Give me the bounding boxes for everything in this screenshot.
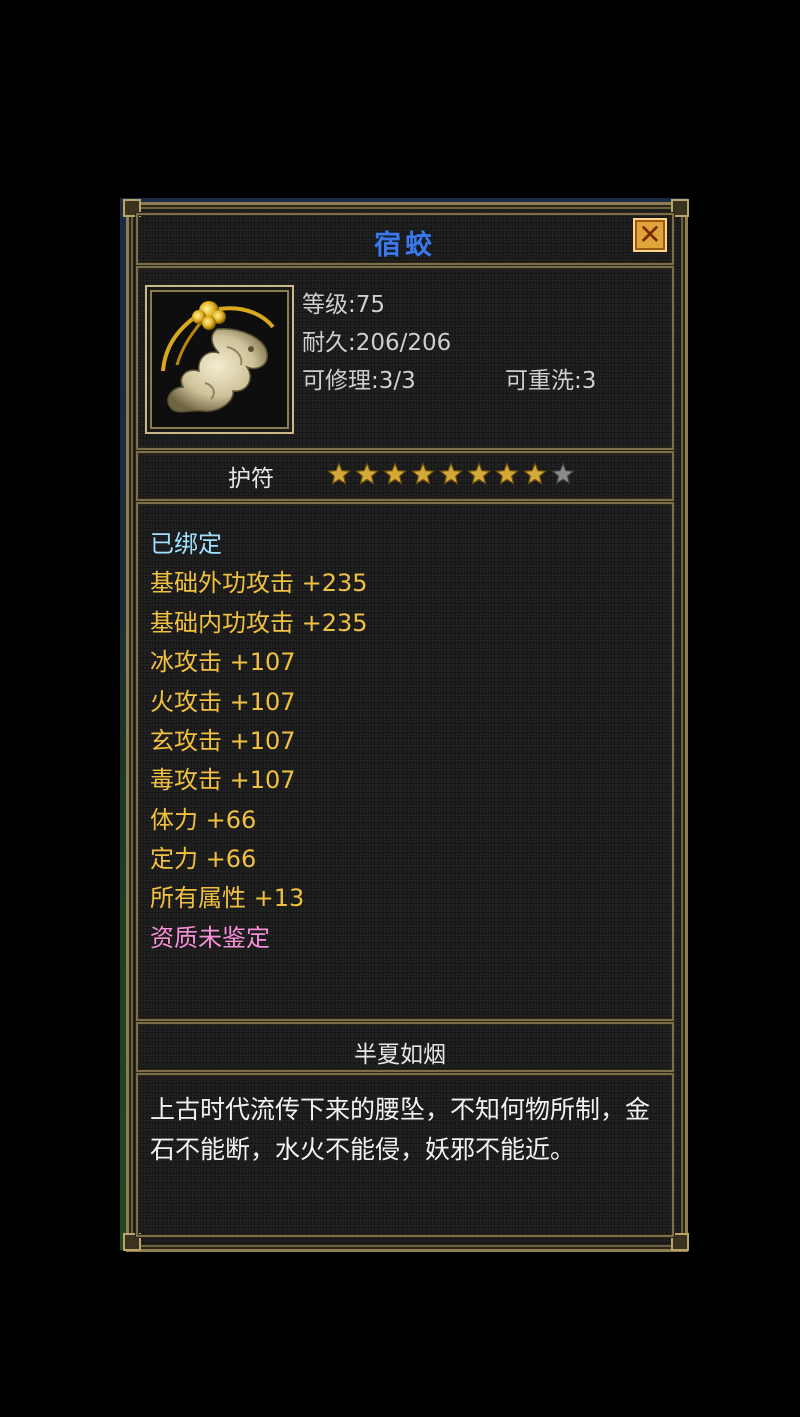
close-icon: ✕ xyxy=(638,218,662,251)
star-filled-icon xyxy=(411,462,435,485)
crafter-name: 半夏如烟 xyxy=(354,1042,446,1068)
attribute-line: 所有属性 +13 xyxy=(150,884,305,912)
star-filled-icon xyxy=(383,462,407,485)
item-durability: 耐久:206/206 xyxy=(302,330,452,356)
item-repair-count: 可修理:3/3 xyxy=(302,368,416,394)
star-filled-icon xyxy=(355,462,379,485)
attribute-line: 体力 +66 xyxy=(150,806,257,834)
item-description: 上古时代流传下来的腰坠，不知何物所制，金石不能断，水火不能侵，妖邪不能近。 xyxy=(150,1095,651,1164)
star-filled-icon xyxy=(439,462,463,485)
item-level: 等级:75 xyxy=(302,292,386,318)
star-filled-icon xyxy=(495,462,519,485)
attribute-line: 基础内功攻击 +235 xyxy=(150,609,368,637)
attribute-line: 冰攻击 +107 xyxy=(150,648,296,676)
star-filled-icon xyxy=(467,462,491,485)
attribute-line: 毒攻击 +107 xyxy=(150,766,296,794)
item-type: 护符 xyxy=(228,466,274,492)
item-name: 宿蛟 xyxy=(374,230,436,261)
star-empty-icon xyxy=(551,462,575,485)
attribute-line: 定力 +66 xyxy=(150,845,257,873)
title-bar: 宿蛟 xyxy=(136,213,674,265)
star-rating xyxy=(327,462,575,486)
item-rewash-count: 可重洗:3 xyxy=(505,368,597,394)
attribute-line: 火攻击 +107 xyxy=(150,688,296,716)
close-button[interactable]: ✕ xyxy=(633,218,667,252)
jade-pendant-icon xyxy=(161,301,275,413)
item-icon-frame[interactable] xyxy=(145,285,294,434)
star-filled-icon xyxy=(523,462,547,485)
attribute-line: 基础外功攻击 +235 xyxy=(150,569,368,597)
star-filled-icon xyxy=(327,462,351,485)
bound-status: 已绑定 xyxy=(150,530,222,558)
aptitude-status: 资质未鉴定 xyxy=(150,924,270,952)
attribute-line: 玄攻击 +107 xyxy=(150,727,296,755)
